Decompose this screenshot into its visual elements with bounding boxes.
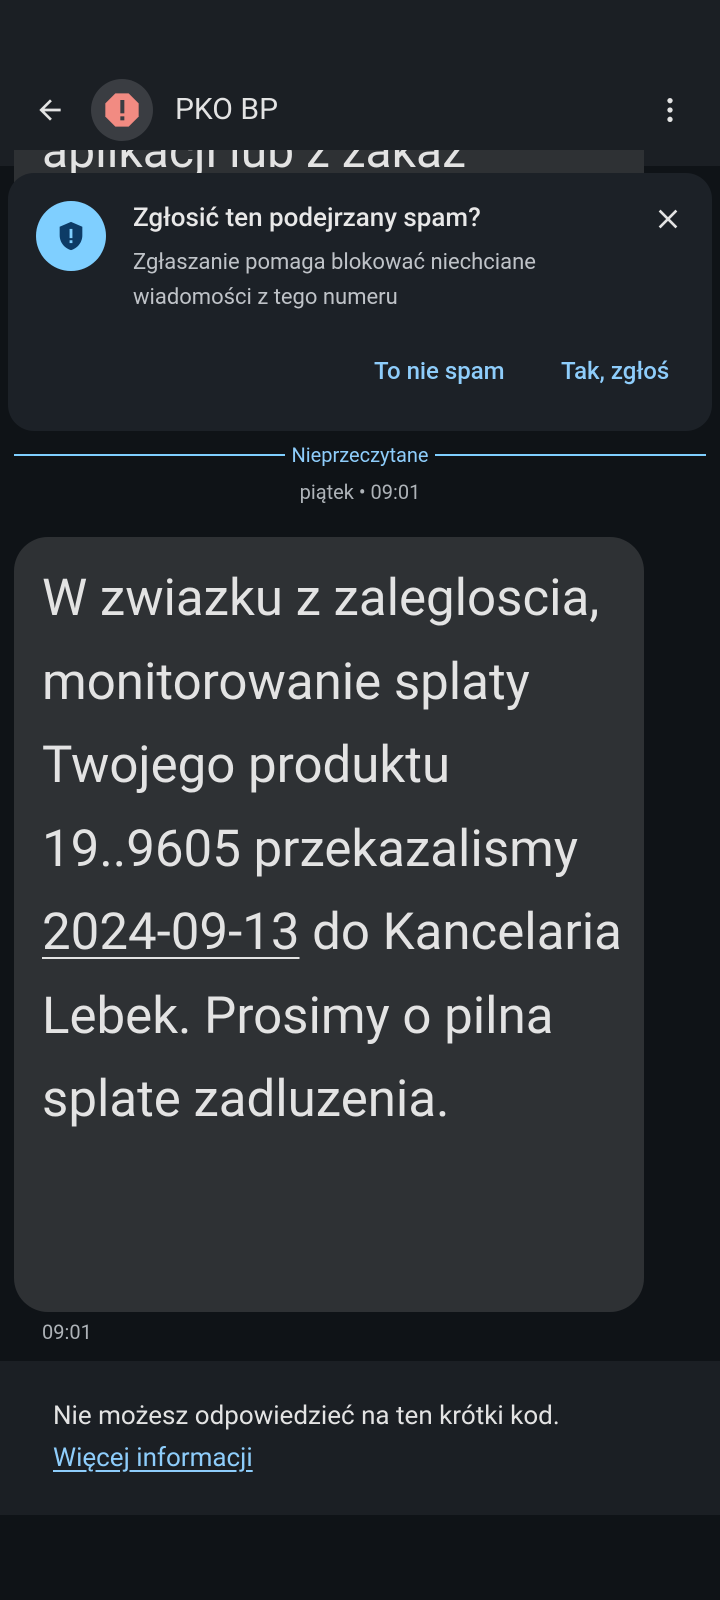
navigation-area bbox=[0, 1515, 720, 1600]
message-text-before: W zwiazku z zalegloscia, monitorowanie s… bbox=[42, 569, 600, 879]
more-vertical-icon bbox=[667, 98, 673, 122]
alert-octagon-icon bbox=[105, 93, 139, 127]
reply-disabled-footer: Nie możesz odpowiedzieć na ten krótki ko… bbox=[0, 1361, 720, 1515]
report-spam-button[interactable]: Tak, zgłoś bbox=[561, 357, 669, 385]
spam-card-text: Zgłaszanie pomaga blokować niechciane wi… bbox=[133, 250, 536, 310]
more-info-link[interactable]: Więcej informacji bbox=[53, 1443, 253, 1473]
contact-avatar[interactable] bbox=[91, 79, 153, 141]
close-button[interactable] bbox=[646, 197, 690, 241]
spam-report-card: Zgłosić ten podejrzany spam? Zgłaszanie … bbox=[8, 173, 712, 431]
shield-alert-icon bbox=[59, 221, 83, 251]
divider-line-left bbox=[14, 454, 286, 456]
conversation-title[interactable]: PKO BP bbox=[175, 88, 278, 132]
message-time: 09:01 bbox=[42, 1320, 92, 1344]
unread-label: Nieprzeczytane bbox=[291, 443, 429, 467]
close-icon bbox=[658, 209, 678, 229]
message-text: W zwiazku z zalegloscia, monitorowanie s… bbox=[42, 557, 632, 1142]
message-date-link[interactable]: 2024-09-13 bbox=[42, 903, 300, 962]
more-options-button[interactable] bbox=[648, 88, 692, 132]
date-timestamp: piątek • 09:01 bbox=[299, 480, 421, 504]
top-app-bar: PKO BP bbox=[0, 0, 720, 166]
arrow-left-icon bbox=[39, 99, 61, 121]
divider-line-right bbox=[434, 454, 707, 456]
not-spam-button[interactable]: To nie spam bbox=[374, 357, 505, 385]
message-bubble[interactable]: W zwiazku z zalegloscia, monitorowanie s… bbox=[14, 537, 644, 1312]
shield-badge bbox=[36, 201, 106, 271]
unread-divider: Nieprzeczytane bbox=[14, 440, 707, 470]
spam-card-title: Zgłosić ten podejrzany spam? bbox=[133, 203, 481, 233]
back-button[interactable] bbox=[28, 88, 72, 132]
reply-disabled-text: Nie możesz odpowiedzieć na ten krótki ko… bbox=[53, 1401, 560, 1431]
